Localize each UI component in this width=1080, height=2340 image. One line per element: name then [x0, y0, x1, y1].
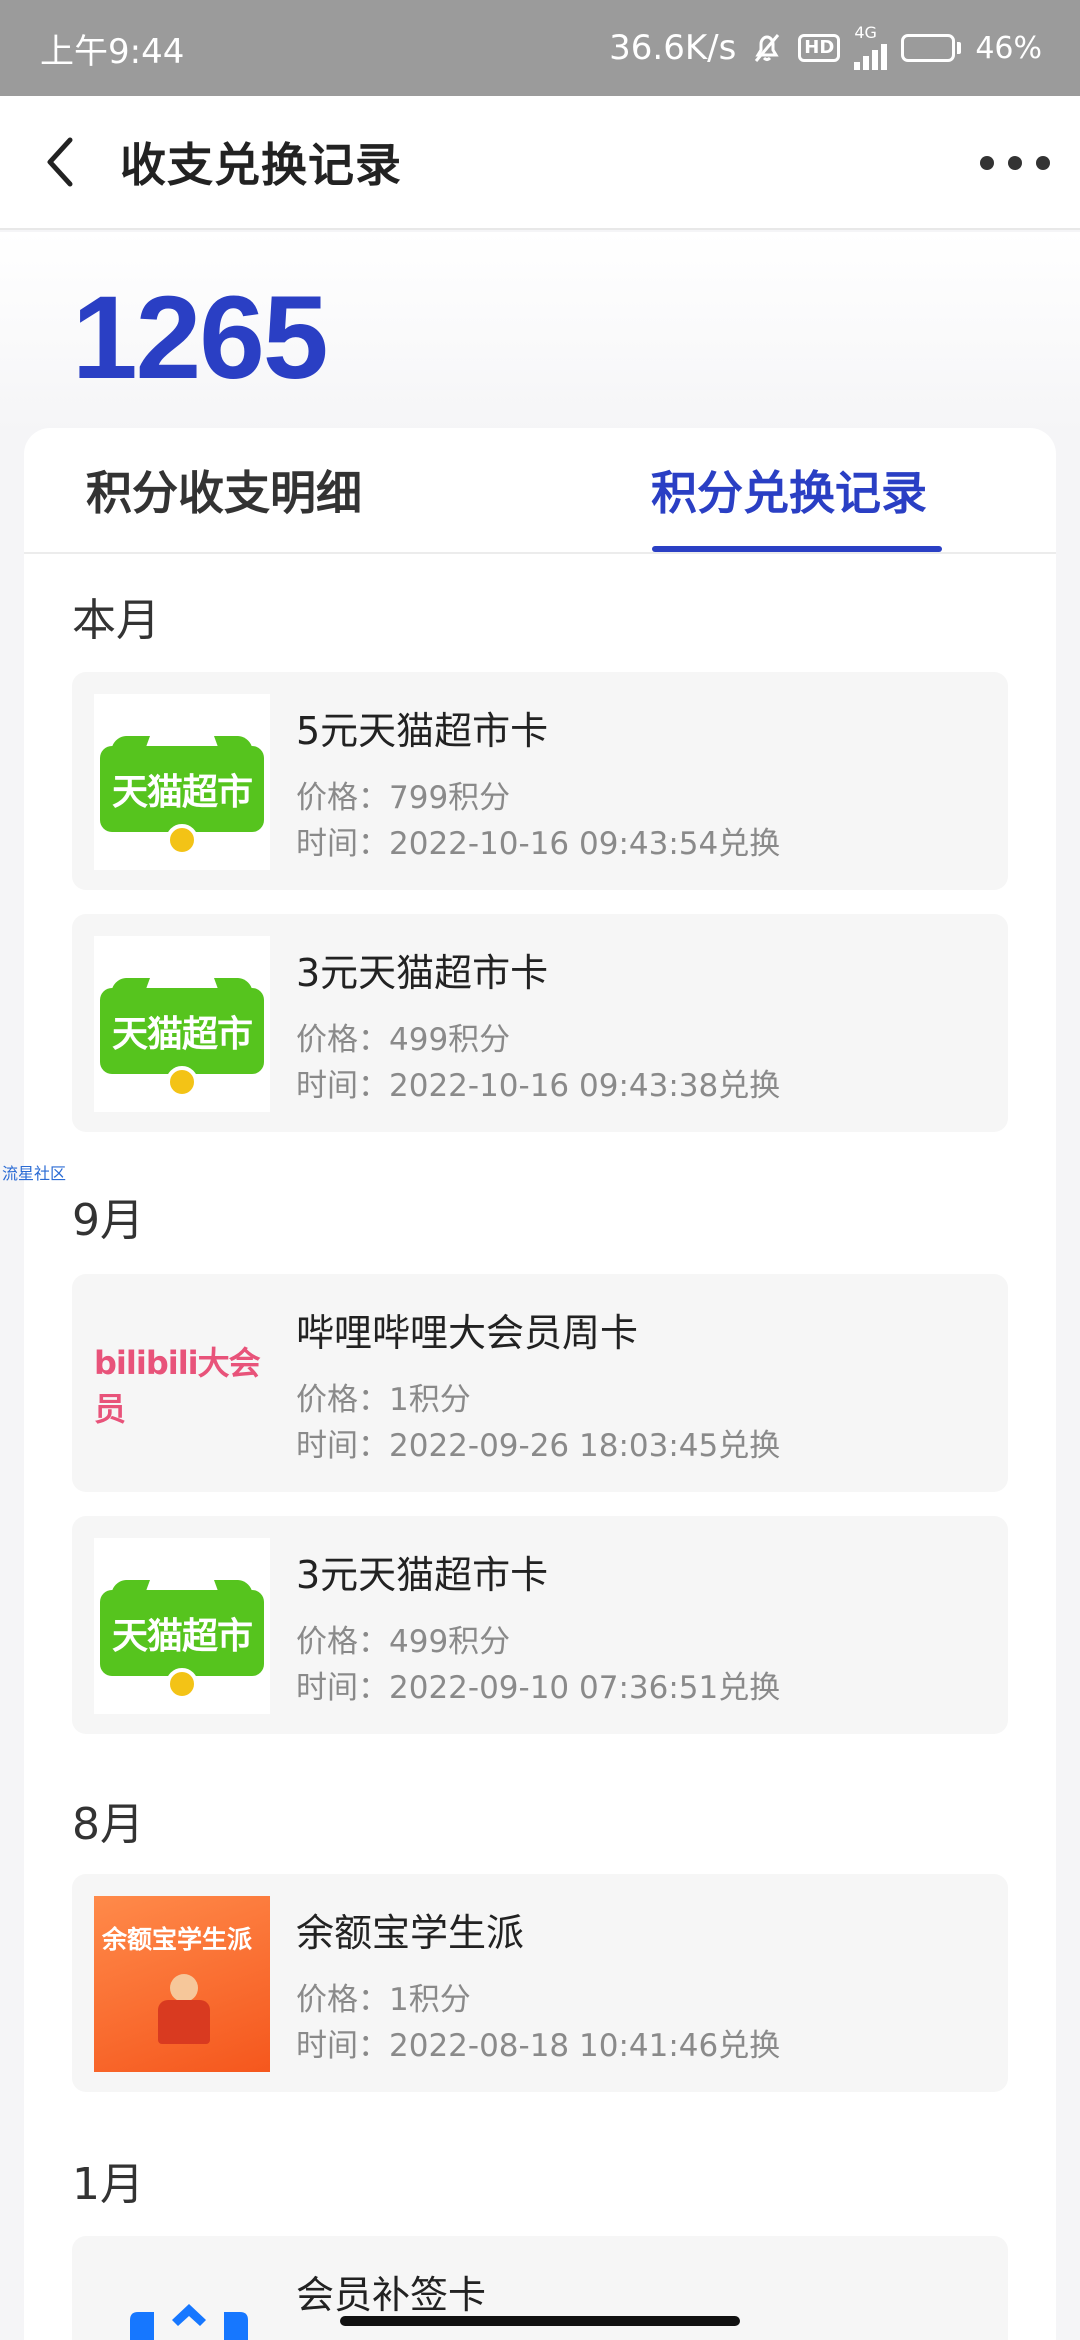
records-card: 积分收支明细 积分兑换记录 本月 天猫超市 5元天猫超市卡 价格：799积分 时…	[24, 428, 1056, 2340]
record-price: 价格：499积分	[296, 1022, 511, 1058]
record-price: 价格：1积分	[296, 1982, 471, 2018]
tmall-logo: 天猫超市	[94, 694, 270, 870]
bilibili-logo: bilibili大会员	[94, 1296, 270, 1472]
tmall-logo: 天猫超市	[94, 1538, 270, 1714]
month-header: 8月	[72, 1799, 144, 1850]
more-dots-icon	[980, 156, 994, 170]
record-title: 哔哩哔哩大会员周卡	[296, 1311, 639, 1355]
record-title: 余额宝学生派	[296, 1911, 525, 1955]
app-header: 收支兑换记录	[0, 96, 1080, 230]
record-item[interactable]: bilibili大会员 哔哩哔哩大会员周卡 价格：1积分 时间：2022-09-…	[72, 1274, 1008, 1492]
battery-icon	[901, 34, 962, 62]
month-header: 9月	[72, 1195, 144, 1246]
record-price: 价格：799积分	[296, 780, 511, 816]
tab-exchange-records[interactable]: 积分兑换记录	[634, 428, 944, 552]
home-indicator[interactable]	[340, 2316, 740, 2326]
month-header: 本月	[72, 595, 160, 646]
record-title: 5元天猫超市卡	[296, 709, 549, 753]
chevron-left-icon	[47, 137, 73, 187]
member-card-icon	[124, 2290, 254, 2340]
month-header: 1月	[72, 2159, 144, 2210]
battery-percent: 46%	[975, 30, 1042, 66]
tmall-logo: 天猫超市	[94, 936, 270, 1112]
network-type: 4G	[854, 23, 877, 42]
record-title: 3元天猫超市卡	[296, 1553, 549, 1597]
record-title: 会员补签卡	[296, 2273, 487, 2317]
status-bar: 上午9:44 36.6K/s HD 4G 46%	[0, 0, 1080, 96]
record-price: 价格：499积分	[296, 1624, 511, 1660]
record-title: 3元天猫超市卡	[296, 951, 549, 995]
record-time: 时间：2022-09-10 07:36:51兑换	[296, 1670, 781, 1706]
record-item[interactable]: 天猫超市 5元天猫超市卡 价格：799积分 时间：2022-10-16 09:4…	[72, 672, 1008, 890]
active-tab-indicator	[652, 546, 942, 552]
record-time: 时间：2022-09-26 18:03:45兑换	[296, 1428, 781, 1464]
record-price: 价格：1积分	[296, 1382, 471, 1418]
points-summary: 1265	[0, 232, 1080, 432]
status-indicators: 36.6K/s HD 4G 46%	[609, 23, 1042, 70]
tab-points-detail[interactable]: 积分收支明细	[64, 428, 384, 552]
yuebao-logo: 余额宝学生派	[94, 1896, 270, 2072]
status-time: 上午9:44	[40, 31, 185, 72]
record-item[interactable]: 天猫超市 3元天猫超市卡 价格：499积分 时间：2022-10-16 09:4…	[72, 914, 1008, 1132]
network-speed: 36.6K/s	[609, 28, 737, 68]
record-item[interactable]: 天猫超市 3元天猫超市卡 价格：499积分 时间：2022-09-10 07:3…	[72, 1516, 1008, 1734]
record-time: 时间：2022-08-18 10:41:46兑换	[296, 2028, 781, 2064]
mute-bell-icon	[750, 31, 784, 65]
hd-icon: HD	[798, 34, 841, 62]
signal-icon: 4G	[854, 23, 888, 70]
watermark: 流星社区	[2, 1164, 67, 1183]
more-options-button[interactable]	[980, 136, 1050, 190]
record-time: 时间：2022-10-16 09:43:38兑换	[296, 1068, 781, 1104]
record-time: 时间：2022-10-16 09:43:54兑换	[296, 826, 781, 862]
points-balance: 1265	[72, 272, 329, 404]
back-button[interactable]	[0, 95, 120, 229]
tab-bar: 积分收支明细 积分兑换记录	[24, 428, 1056, 554]
page-title: 收支兑换记录	[120, 138, 402, 192]
record-item[interactable]: 余额宝学生派 余额宝学生派 价格：1积分 时间：2022-08-18 10:41…	[72, 1874, 1008, 2092]
